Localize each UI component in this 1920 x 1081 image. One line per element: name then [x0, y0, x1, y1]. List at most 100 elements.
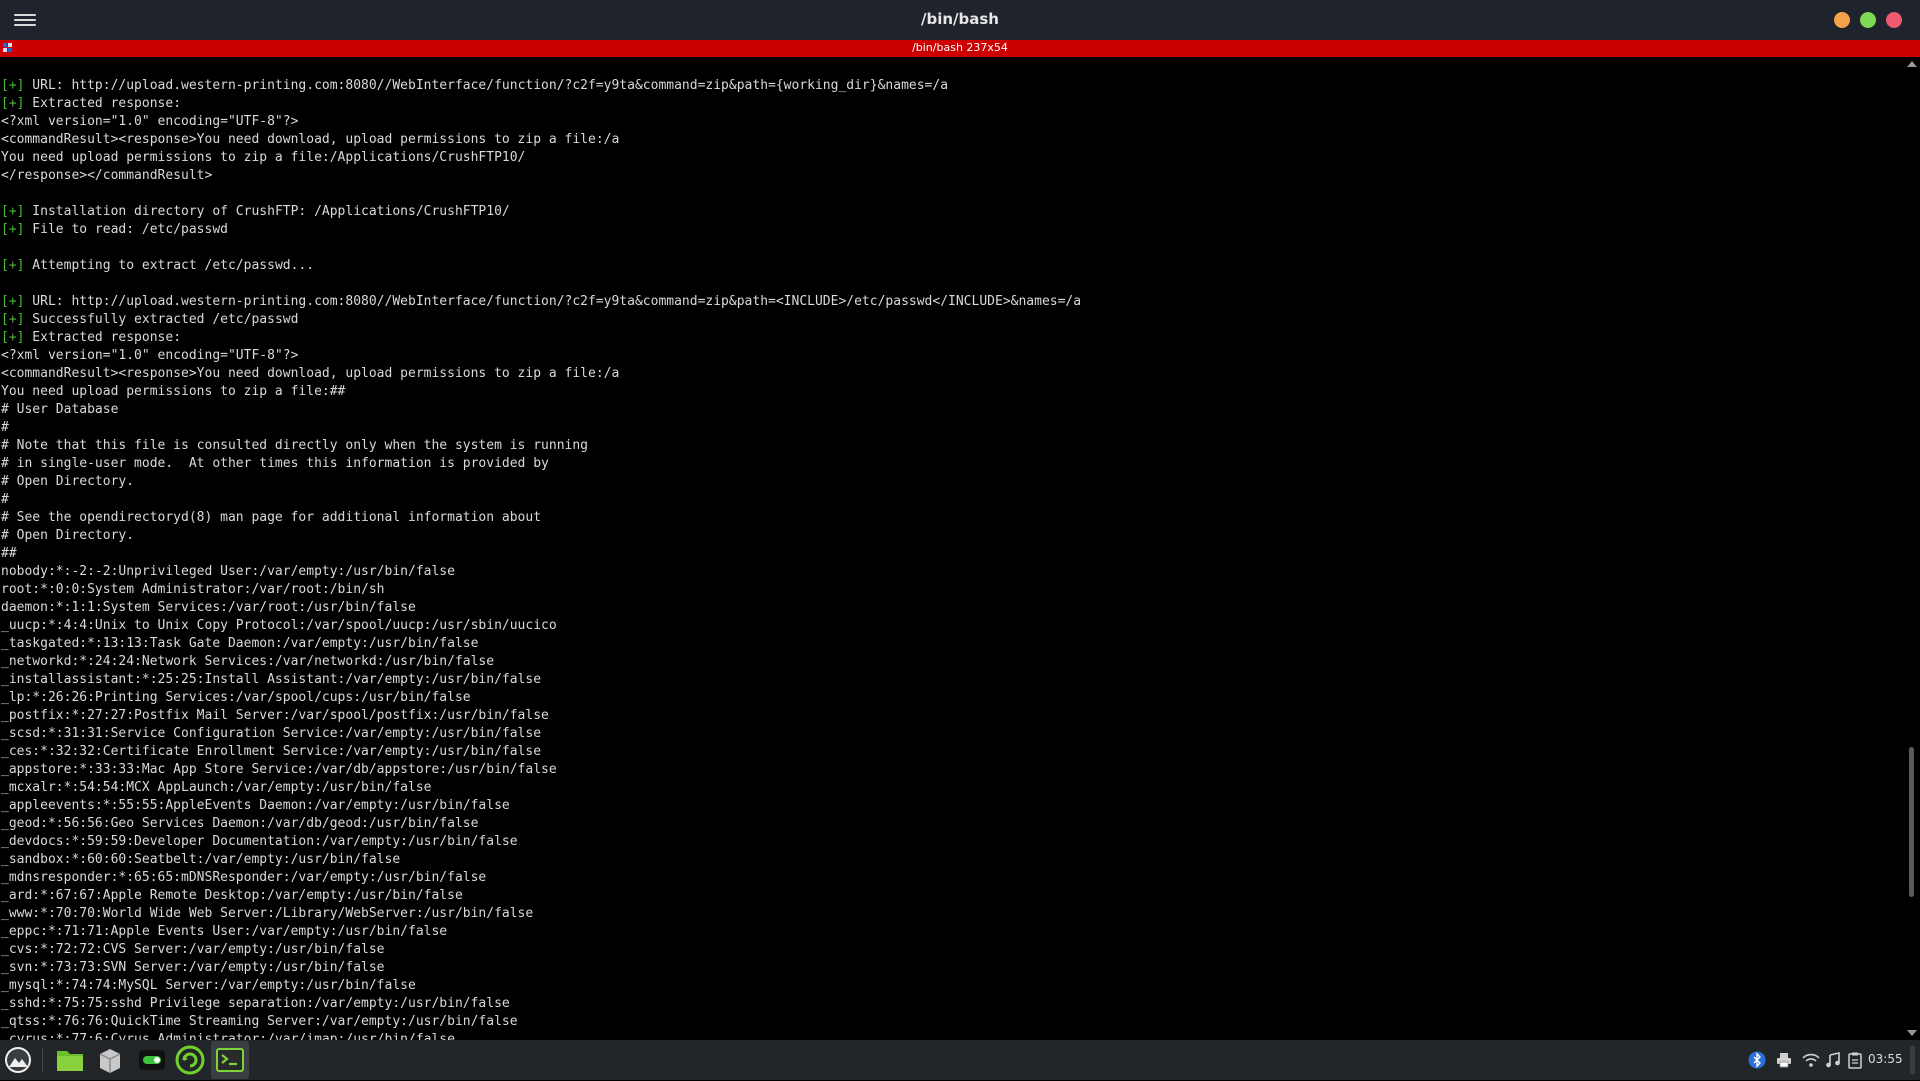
- terminal-output[interactable]: [+] URL: http://upload.western-printing.…: [0, 57, 1902, 1040]
- line-text: _ard:*:67:67:Apple Remote Desktop:/var/e…: [1, 888, 463, 903]
- status-prefix: [+]: [1, 312, 25, 327]
- terminal-line: _uucp:*:4:4:Unix to Unix Copy Protocol:/…: [1, 617, 1081, 635]
- close-button[interactable]: [1886, 12, 1902, 28]
- terminal-line: #: [1, 419, 1081, 437]
- terminal-line: [+] URL: http://upload.western-printing.…: [1, 77, 1081, 95]
- terminal-line: </response></commandResult>: [1, 167, 1081, 185]
- printer-icon[interactable]: [1775, 1051, 1793, 1069]
- terminal-line: _www:*:70:70:World Wide Web Server:/Libr…: [1, 905, 1081, 923]
- line-text: You need upload permissions to zip a fil…: [1, 150, 526, 165]
- line-text: # Open Directory.: [1, 528, 135, 543]
- line-text: # Open Directory.: [1, 474, 135, 489]
- terminal-line: [+] File to read: /etc/passwd: [1, 221, 1081, 239]
- terminal-line: <?xml version="1.0" encoding="UTF-8"?>: [1, 347, 1081, 365]
- line-text: URL: http://upload.western-printing.com:…: [24, 78, 949, 93]
- terminal-line: [+] Successfully extracted /etc/passwd: [1, 311, 1081, 329]
- line-text: ##: [1, 546, 17, 561]
- line-text: _qtss:*:76:76:QuickTime Streaming Server…: [1, 1014, 518, 1029]
- line-text: # in single-user mode. At other times th…: [1, 456, 549, 471]
- line-text: _geod:*:56:56:Geo Services Daemon:/var/d…: [1, 816, 479, 831]
- line-text: File to read: /etc/passwd: [24, 222, 228, 237]
- line-text: <commandResult><response>You need downlo…: [1, 132, 620, 147]
- line-text: #: [1, 492, 9, 507]
- vertical-scrollbar[interactable]: [1903, 57, 1920, 1040]
- terminal-line: daemon:*:1:1:System Services:/var/root:/…: [1, 599, 1081, 617]
- terminal-line: You need upload permissions to zip a fil…: [1, 383, 1081, 401]
- line-text: _devdocs:*:59:59:Developer Documentation…: [1, 834, 518, 849]
- terminal-line: <?xml version="1.0" encoding="UTF-8"?>: [1, 113, 1081, 131]
- minimize-button[interactable]: [1834, 12, 1850, 28]
- scroll-down-arrow-icon[interactable]: [1907, 1030, 1917, 1036]
- scrollbar-thumb[interactable]: [1909, 747, 1914, 897]
- terminal-line: # User Database: [1, 401, 1081, 419]
- terminal-line: # Open Directory.: [1, 527, 1081, 545]
- line-text: Extracted response:: [24, 330, 182, 345]
- line-text: _installassistant:*:25:25:Install Assist…: [1, 672, 542, 687]
- launcher-icon[interactable]: [2, 1044, 34, 1076]
- terminal-line: _scsd:*:31:31:Service Configuration Serv…: [1, 725, 1081, 743]
- line-text: _appleevents:*:55:55:AppleEvents Daemon:…: [1, 798, 510, 813]
- terminal-line: _lp:*:26:26:Printing Services:/var/spool…: [1, 689, 1081, 707]
- scroll-up-arrow-icon[interactable]: [1907, 61, 1917, 67]
- tab-title[interactable]: /bin/bash 237x54: [0, 41, 1920, 54]
- terminal-line: _networkd:*:24:24:Network Services:/var/…: [1, 653, 1081, 671]
- line-text: # User Database: [1, 402, 119, 417]
- line-text: nobody:*:-2:-2:Unprivileged User:/var/em…: [1, 564, 455, 579]
- window-title: /bin/bash: [921, 10, 999, 28]
- system-clock[interactable]: 03:55: [1868, 1052, 1903, 1066]
- terminal-line: _sandbox:*:60:60:Seatbelt:/var/empty:/us…: [1, 851, 1081, 869]
- terminal-line: [+] Installation directory of CrushFTP: …: [1, 203, 1081, 221]
- line-text: _sandbox:*:60:60:Seatbelt:/var/empty:/us…: [1, 852, 401, 867]
- file-manager-icon[interactable]: [54, 1044, 86, 1076]
- show-desktop-button[interactable]: [1910, 1046, 1915, 1074]
- line-text: You need upload permissions to zip a fil…: [1, 384, 346, 399]
- terminal-line: _ard:*:67:67:Apple Remote Desktop:/var/e…: [1, 887, 1081, 905]
- terminal-line: <commandResult><response>You need downlo…: [1, 365, 1081, 383]
- update-manager-icon[interactable]: [174, 1044, 206, 1076]
- line-text: Extracted response:: [24, 96, 182, 111]
- line-text: _mysql:*:74:74:MySQL Server:/var/empty:/…: [1, 978, 416, 993]
- terminal-line: _devdocs:*:59:59:Developer Documentation…: [1, 833, 1081, 851]
- maximize-button[interactable]: [1860, 12, 1876, 28]
- status-prefix: [+]: [1, 204, 25, 219]
- line-text: _svn:*:73:73:SVN Server:/var/empty:/usr/…: [1, 960, 385, 975]
- terminal-line: _eppc:*:71:71:Apple Events User:/var/emp…: [1, 923, 1081, 941]
- status-prefix: [+]: [1, 330, 25, 345]
- line-text: # See the opendirectoryd(8) man page for…: [1, 510, 542, 525]
- terminal-line: _installassistant:*:25:25:Install Assist…: [1, 671, 1081, 689]
- terminal-line: [+] URL: http://upload.western-printing.…: [1, 293, 1081, 311]
- terminal-line: _mcxalr:*:54:54:MCX AppLaunch:/var/empty…: [1, 779, 1081, 797]
- line-text: <?xml version="1.0" encoding="UTF-8"?>: [1, 348, 299, 363]
- line-text: _taskgated:*:13:13:Task Gate Daemon:/var…: [1, 636, 479, 651]
- line-text: Installation directory of CrushFTP: /App…: [24, 204, 510, 219]
- line-text: _mdnsresponder:*:65:65:mDNSResponder:/va…: [1, 870, 487, 885]
- terminal-line: _mdnsresponder:*:65:65:mDNSResponder:/va…: [1, 869, 1081, 887]
- terminal-line: _mysql:*:74:74:MySQL Server:/var/empty:/…: [1, 977, 1081, 995]
- terminal-tab-bar: /bin/bash 237x54: [0, 40, 1920, 57]
- taskbar-separator: [42, 1048, 43, 1072]
- audio-icon[interactable]: [1824, 1051, 1842, 1069]
- terminal-line: You need upload permissions to zip a fil…: [1, 149, 1081, 167]
- terminal-line: root:*:0:0:System Administrator:/var/roo…: [1, 581, 1081, 599]
- bluetooth-icon[interactable]: [1748, 1051, 1766, 1069]
- terminal-line: [+] Extracted response:: [1, 95, 1081, 113]
- line-text: root:*:0:0:System Administrator:/var/roo…: [1, 582, 385, 597]
- terminal-line: _svn:*:73:73:SVN Server:/var/empty:/usr/…: [1, 959, 1081, 977]
- terminal-line: _qtss:*:76:76:QuickTime Streaming Server…: [1, 1013, 1081, 1031]
- terminal-line: _sshd:*:75:75:sshd Privilege separation:…: [1, 995, 1081, 1013]
- wifi-icon[interactable]: [1802, 1051, 1820, 1069]
- taskbar: 03:55: [0, 1040, 1920, 1080]
- package-icon[interactable]: [94, 1044, 126, 1076]
- line-text: #: [1, 420, 9, 435]
- line-text: # Note that this file is consulted direc…: [1, 438, 588, 453]
- terminal-line: _ces:*:32:32:Certificate Enrollment Serv…: [1, 743, 1081, 761]
- clipboard-icon[interactable]: [1846, 1051, 1864, 1069]
- terminal-line: _postfix:*:27:27:Postfix Mail Server:/va…: [1, 707, 1081, 725]
- terminal-icon[interactable]: [211, 1041, 249, 1079]
- status-prefix: [+]: [1, 78, 25, 93]
- line-text: Attempting to extract /etc/passwd...: [24, 258, 315, 273]
- terminal-line: _taskgated:*:13:13:Task Gate Daemon:/var…: [1, 635, 1081, 653]
- terminal-line: nobody:*:-2:-2:Unprivileged User:/var/em…: [1, 563, 1081, 581]
- toggle-app-icon[interactable]: [136, 1044, 168, 1076]
